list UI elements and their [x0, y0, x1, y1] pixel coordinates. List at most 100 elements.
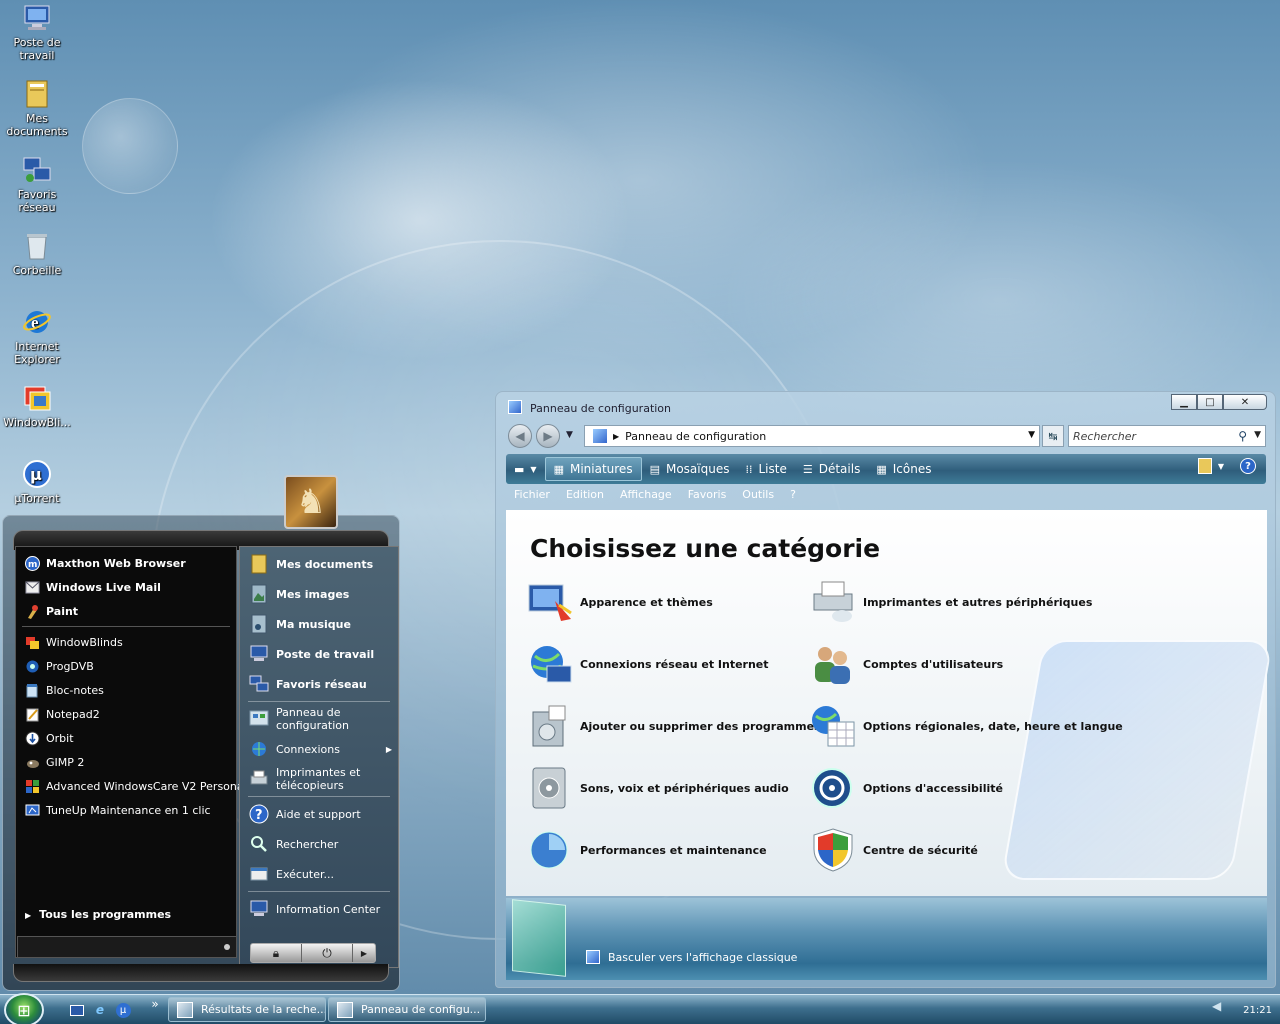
desktop-icon-corbeille[interactable]: Corbeille	[2, 230, 72, 277]
category-performances[interactable]: Performances et maintenance	[526, 826, 767, 874]
recent-item-bloc-notes[interactable]: Bloc-notes	[16, 678, 236, 702]
places-connexions[interactable]: Connexions ▶	[240, 734, 398, 764]
all-programs-button[interactable]: ▶ Tous les programmes	[25, 908, 171, 921]
places-mes-images[interactable]: Mes images	[240, 579, 398, 609]
quick-launch-utorrent[interactable]: µ	[114, 1001, 132, 1019]
recent-item-notepad2[interactable]: Notepad2	[16, 702, 236, 726]
user-picture-chess-icon[interactable]: ♞	[284, 475, 338, 529]
minimize-button[interactable]: ▁	[1171, 394, 1197, 410]
taskbar: ⊞ e µ » Résultats de la reche... Panneau…	[0, 993, 1280, 1024]
menu-outils[interactable]: Outils	[742, 488, 774, 508]
close-button[interactable]: ✕	[1223, 394, 1267, 410]
view-details-button[interactable]: ☰ Détails	[795, 457, 868, 481]
power-button[interactable]: ⏻	[302, 944, 353, 962]
places-separator	[248, 701, 390, 702]
window-controls: ▁ □ ✕	[1171, 394, 1267, 410]
details-icon: ☰	[802, 462, 813, 476]
quick-launch-desktop[interactable]	[68, 1001, 86, 1019]
desktop-icon-utorrent[interactable]: µ µTorrent	[2, 458, 72, 505]
printer-icon	[809, 578, 857, 626]
address-bar[interactable]: ▶ Panneau de configuration ▼	[584, 425, 1040, 447]
quick-launch-internet-explorer[interactable]: e	[91, 1001, 109, 1019]
view-miniatures-button[interactable]: ▦ Miniatures	[544, 457, 642, 481]
recent-item-windowscare[interactable]: Advanced WindowsCare V2 Personal	[16, 774, 247, 798]
search-dropdown-icon[interactable]: ▼	[1254, 430, 1261, 440]
view-icones-button[interactable]: ▦ Icônes	[868, 457, 939, 481]
category-apparence[interactable]: Apparence et thèmes	[526, 578, 713, 626]
places-favoris-reseau[interactable]: Favoris réseau	[240, 669, 398, 699]
menu-affichage[interactable]: Affichage	[620, 488, 672, 508]
menu-help[interactable]: ?	[790, 488, 796, 508]
power-options-button[interactable]: ▶	[353, 944, 375, 962]
category-centre-de-securite[interactable]: Centre de sécurité	[809, 826, 978, 874]
category-sons[interactable]: Sons, voix et périphériques audio	[526, 764, 789, 812]
desktop-icon-poste-de-travail[interactable]: Poste de travail	[2, 2, 72, 62]
thumbnails-icon: ▦	[553, 462, 564, 476]
recent-item-gimp[interactable]: GIMP 2	[16, 750, 236, 774]
places-label: Imprimantes et télécopieurs	[276, 766, 361, 792]
places-aide-et-support[interactable]: ? Aide et support	[240, 799, 398, 829]
folder-options-icon[interactable]	[1197, 458, 1212, 474]
menu-fichier[interactable]: Fichier	[514, 488, 550, 508]
search-icon[interactable]: ⚲	[1238, 429, 1247, 443]
clock[interactable]: 21:21	[1243, 1005, 1272, 1016]
help-icon[interactable]: ?	[1240, 458, 1256, 474]
forward-button[interactable]: ▶	[536, 424, 560, 448]
start-search-input[interactable]	[17, 936, 237, 958]
places-panneau-de-configuration[interactable]: Panneau de configuration	[240, 704, 398, 734]
maxthon-icon: m	[24, 555, 40, 571]
places-separator	[248, 891, 390, 892]
category-ajouter-supprimer[interactable]: Ajouter ou supprimer des programmes	[526, 702, 821, 750]
category-connexions[interactable]: Connexions réseau et Internet	[526, 640, 769, 688]
back-button[interactable]: ◀	[508, 424, 532, 448]
category-comptes[interactable]: Comptes d'utilisateurs	[809, 640, 1003, 688]
desktop-icon-label: Favoris réseau	[17, 188, 57, 214]
lock-button[interactable]: 🔒︎	[251, 944, 302, 962]
places-rechercher[interactable]: Rechercher	[240, 829, 398, 859]
maximize-button[interactable]: □	[1197, 394, 1223, 410]
desktop-icon-internet-explorer[interactable]: e Internet Explorer	[2, 306, 72, 366]
desktop-icon-mes-documents[interactable]: Mes documents	[2, 78, 72, 138]
start-button[interactable]: ⊞	[4, 993, 44, 1024]
places-information-center[interactable]: Information Center	[240, 894, 398, 924]
pinned-item-maxthon[interactable]: m Maxthon Web Browser	[16, 551, 236, 575]
recent-item-orbit[interactable]: Orbit	[16, 726, 236, 750]
address-dropdown-icon[interactable]: ▼	[1028, 430, 1035, 440]
arrow-left-icon: ◀	[515, 429, 525, 443]
category-options-regionales[interactable]: Options régionales, date, heure et langu…	[809, 702, 1123, 750]
view-liste-button[interactable]: ⁞⁞ Liste	[737, 457, 794, 481]
places-mes-documents[interactable]: Mes documents	[240, 549, 398, 579]
places-imprimantes[interactable]: Imprimantes et télécopieurs	[240, 764, 398, 794]
views-menu-button[interactable]: ▬ ▼	[506, 457, 545, 481]
refresh-button[interactable]: ↹	[1042, 425, 1064, 447]
menu-edition[interactable]: Edition	[566, 488, 604, 508]
recent-item-tuneup[interactable]: TuneUp Maintenance en 1 clic	[16, 798, 236, 822]
recent-item-windowblinds[interactable]: WindowBlinds	[16, 630, 236, 654]
desktop-icon-label: Internet Explorer	[14, 340, 60, 366]
quick-launch-chevron[interactable]: »	[146, 995, 164, 1013]
task-button-panneau[interactable]: Panneau de configu...	[328, 997, 486, 1022]
recent-item-progdvb[interactable]: ProgDVB	[16, 654, 236, 678]
desktop-icon-favoris-reseau[interactable]: Favoris réseau	[2, 154, 72, 214]
category-accessibilite[interactable]: Options d'accessibilité	[809, 764, 1003, 812]
desktop-icon-label: µTorrent	[14, 492, 60, 505]
chevron-down-icon[interactable]: ▼	[1218, 462, 1224, 471]
view-mosaiques-button[interactable]: ▤ Mosaïques	[642, 457, 738, 481]
task-button-resultats[interactable]: Résultats de la reche...	[168, 997, 326, 1022]
pinned-item-label: Windows Live Mail	[46, 580, 161, 594]
places-executer[interactable]: Exécuter...	[240, 859, 398, 889]
information-center-icon	[248, 898, 270, 920]
system-tray: 21:21	[1214, 995, 1280, 1024]
places-ma-musique[interactable]: Ma musique	[240, 609, 398, 639]
menu-favoris[interactable]: Favoris	[688, 488, 727, 508]
computer-icon	[21, 2, 53, 34]
desktop-icon-windowblinds[interactable]: WindowBli...	[2, 382, 72, 429]
switch-classic-view-link[interactable]: Basculer vers l'affichage classique	[586, 950, 797, 964]
history-dropdown-button[interactable]: ▼	[566, 430, 573, 440]
places-poste-de-travail[interactable]: Poste de travail	[240, 639, 398, 669]
category-imprimantes[interactable]: Imprimantes et autres périphériques	[809, 578, 1092, 626]
pinned-item-paint[interactable]: Paint	[16, 599, 236, 623]
search-dot-icon	[224, 944, 230, 950]
search-input[interactable]: Rechercher ⚲ ▼	[1068, 425, 1266, 447]
pinned-item-windows-live-mail[interactable]: Windows Live Mail	[16, 575, 236, 599]
